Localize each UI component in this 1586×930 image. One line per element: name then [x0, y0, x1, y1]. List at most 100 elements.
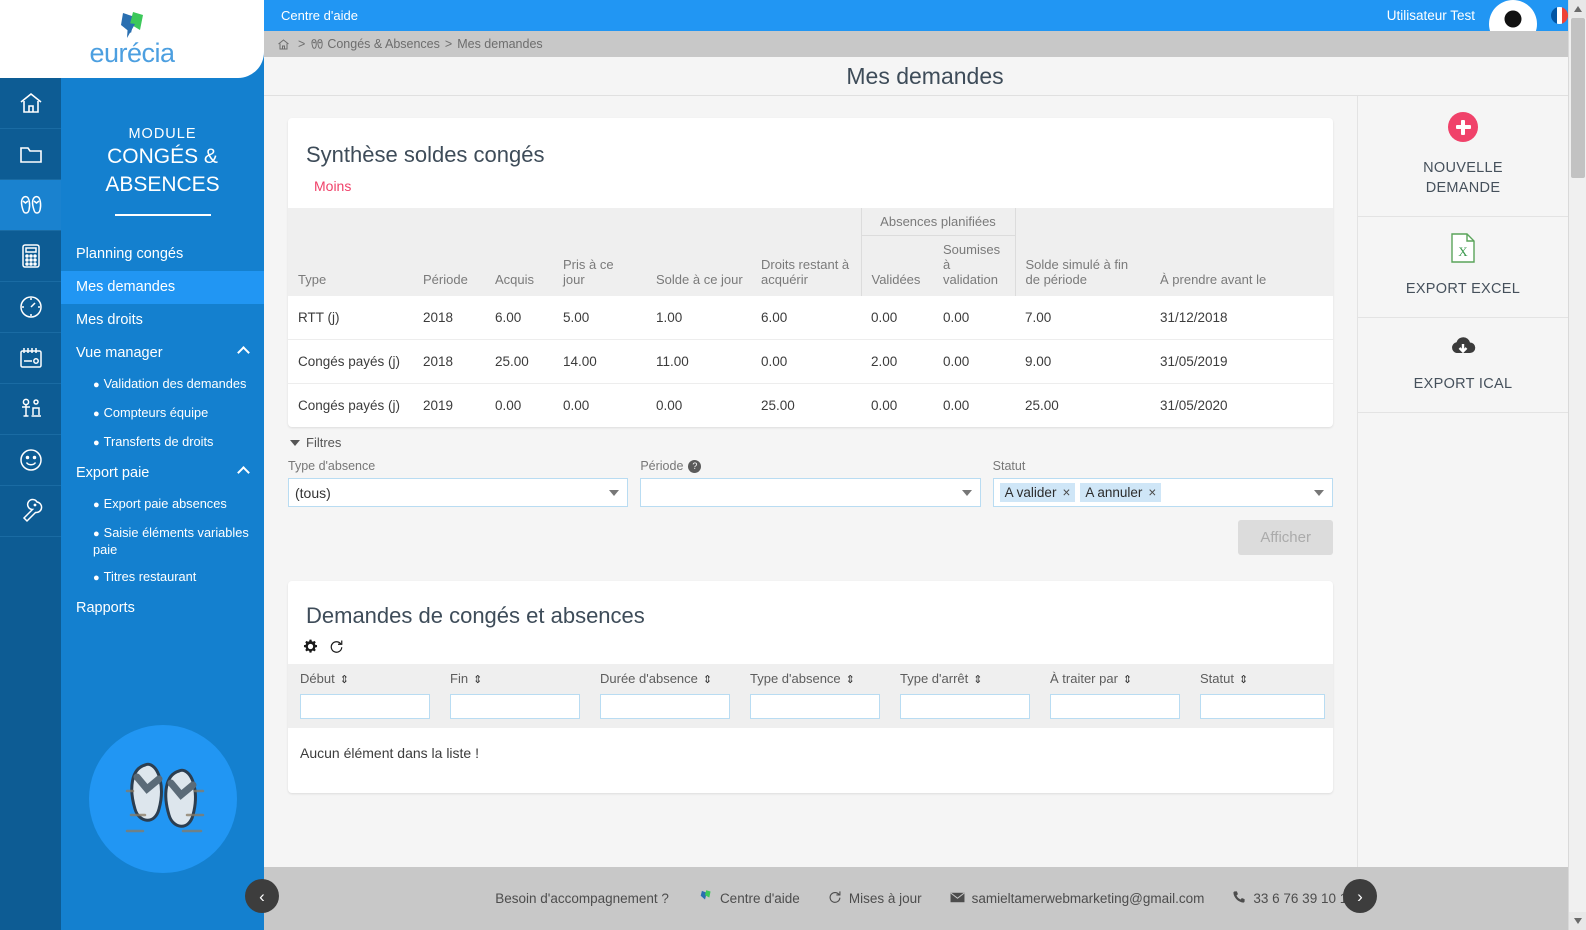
status-tag-a-annuler[interactable]: A annuler ×	[1080, 483, 1162, 502]
export-excel-button[interactable]: X EXPORT EXCEL	[1358, 217, 1568, 318]
brand-logo[interactable]: eurécia	[0, 0, 264, 78]
rail-calendar-icon[interactable]	[0, 333, 61, 384]
remove-tag-icon[interactable]: ×	[1062, 485, 1070, 500]
filter-input-type-absence[interactable]	[750, 694, 880, 719]
col-header-type-absence[interactable]: Type d'absence ⇕	[738, 664, 888, 691]
sidebar-item-rapports[interactable]: Rapports	[61, 592, 264, 625]
breadcrumb-page: Mes demandes	[457, 37, 543, 51]
footer-updates-link[interactable]: Mises à jour	[828, 890, 922, 907]
module-title: MODULE CONGÉS & ABSENCES	[61, 78, 264, 216]
sidebar-item-mes-droits[interactable]: Mes droits	[61, 304, 264, 337]
col-filter-cell	[888, 691, 1038, 728]
filter-input-debut[interactable]	[300, 694, 430, 719]
french-flag-icon[interactable]	[1551, 7, 1568, 24]
sidebar-subitem-validation-des-demandes[interactable]: ● Validation des demandes	[61, 370, 264, 399]
cell-validees: 0.00	[871, 398, 898, 413]
bullet-icon: ●	[93, 499, 100, 511]
gear-icon[interactable]	[303, 639, 318, 654]
footer-email-link[interactable]: samieltamerwebmarketing@gmail.com	[950, 891, 1204, 906]
scrollbar-thumb[interactable]	[1571, 18, 1585, 178]
filter-input-fin[interactable]	[450, 694, 580, 719]
home-icon[interactable]	[277, 38, 290, 51]
rail-home-icon[interactable]	[0, 78, 61, 129]
help-center-link[interactable]: Centre d'aide	[281, 8, 358, 23]
sidebar-subitem-label: Validation des demandes	[103, 376, 247, 391]
module-label-line2: ABSENCES	[105, 173, 220, 196]
triangle-down-icon	[1574, 918, 1582, 924]
caret-down-icon	[290, 439, 300, 446]
spacer-cell	[1015, 208, 1150, 236]
rail-wrench-icon[interactable]	[0, 486, 61, 537]
empty-list-message: Aucun élément dans la liste !	[300, 745, 479, 761]
col-header-label: Type d'arrêt	[900, 671, 969, 686]
col-header-duree-absence[interactable]: Durée d'absence ⇕	[588, 664, 738, 691]
filter-input-duree-absence[interactable]	[600, 694, 730, 719]
spacer-cell	[553, 208, 646, 236]
envelope-icon	[950, 891, 965, 906]
refresh-icon	[828, 890, 842, 907]
synthese-group-header-absences-planifiees: Absences planifiées	[860, 208, 1016, 236]
filter-input-statut[interactable]	[1200, 694, 1325, 719]
rail-folder-icon[interactable]	[0, 129, 61, 180]
footer-help-center-label: Centre d'aide	[719, 891, 800, 906]
col-header-debut[interactable]: Début ⇕	[288, 664, 438, 691]
afficher-button[interactable]: Afficher	[1238, 520, 1333, 555]
sidebar-subitem-transferts-de-droits[interactable]: ● Transferts de droits	[61, 428, 264, 457]
sidebar-subitem-saisie-elements-variables-paie[interactable]: ● Saisie éléments variables paie	[61, 519, 264, 563]
col-header-type-arret[interactable]: Type d'arrêt ⇕	[888, 664, 1038, 691]
breadcrumb-separator-1: >	[298, 37, 306, 51]
phone-icon	[1232, 890, 1246, 907]
filter-periode: Période ?	[640, 459, 981, 507]
col-filter-cell	[738, 691, 888, 728]
scroll-down-button[interactable]	[1569, 912, 1586, 930]
question-mark-icon[interactable]: ?	[688, 459, 702, 473]
nouvelle-demande-button[interactable]: NOUVELLE DEMANDE	[1358, 96, 1568, 217]
flipflop-icon[interactable]	[310, 37, 324, 51]
sidebar-collapse-button[interactable]: ‹	[245, 879, 279, 913]
sidebar-subitem-compteurs-equipe[interactable]: ● Compteurs équipe	[61, 399, 264, 428]
page-title: Mes demandes	[846, 62, 1004, 89]
sidebar-item-label: Mes droits	[76, 312, 143, 328]
user-name[interactable]: Utilisateur Test	[1387, 8, 1475, 23]
status-tag-label: A annuler	[1085, 485, 1143, 500]
excel-file-icon: X	[1450, 233, 1476, 267]
export-ical-button[interactable]: EXPORT ICAL	[1358, 318, 1568, 413]
col-header-fin[interactable]: Fin ⇕	[438, 664, 588, 691]
sidebar-item-export-paie[interactable]: Export paie	[61, 457, 264, 490]
footer-phone[interactable]: 33 6 76 39 10 14	[1232, 890, 1355, 907]
periode-select[interactable]	[640, 478, 981, 507]
status-tag-a-valider[interactable]: A valider ×	[999, 483, 1076, 502]
rail-gauge-icon[interactable]	[0, 282, 61, 333]
cell-periode: 2019	[423, 398, 454, 413]
statut-multiselect[interactable]: A valider × A annuler ×	[992, 478, 1333, 507]
table-row: RTT (j) 2018 6.00 5.00 1.00 6.00 0.00 0.…	[288, 296, 1333, 340]
sidebar-subitem-titres-restaurant[interactable]: ● Titres restaurant	[61, 563, 264, 592]
type-absence-select[interactable]: (tous)	[288, 478, 629, 507]
filters-toggle[interactable]: Filtres	[288, 435, 1333, 450]
col-header-label: Statut	[1200, 671, 1234, 686]
action-label-line2: DEMANDE	[1425, 180, 1501, 196]
breadcrumb-module[interactable]: Congés & Absences	[327, 37, 440, 51]
col-header-statut[interactable]: Statut ⇕	[1188, 664, 1333, 691]
sidebar-subitem-export-paie-absences[interactable]: ● Export paie absences	[61, 490, 264, 519]
remove-tag-icon[interactable]: ×	[1148, 485, 1156, 500]
refresh-icon[interactable]	[329, 639, 344, 654]
synthese-toggle-link[interactable]: Moins	[288, 168, 351, 208]
filter-input-type-arret[interactable]	[900, 694, 1030, 719]
sidebar-item-planning-conges[interactable]: Planning congés	[61, 238, 264, 271]
rail-flipflop-icon[interactable]	[0, 180, 61, 231]
filter-input-a-traiter-par[interactable]	[1050, 694, 1180, 719]
rail-smiley-icon[interactable]	[0, 435, 61, 486]
cell-pris: 14.00	[553, 339, 646, 384]
vertical-scrollbar[interactable]	[1568, 0, 1586, 930]
sidebar-item-label: Mes demandes	[76, 279, 176, 295]
rail-people-icon[interactable]	[0, 384, 61, 435]
sidebar-item-mes-demandes[interactable]: Mes demandes	[61, 271, 264, 304]
col-header-a-traiter-par[interactable]: À traiter par ⇕	[1038, 664, 1188, 691]
footer-help-center-link[interactable]: Centre d'aide	[697, 889, 800, 908]
scroll-up-button[interactable]	[1569, 0, 1586, 18]
chevron-up-icon	[237, 346, 250, 359]
rail-calculator-icon[interactable]	[0, 231, 61, 282]
panel-expand-button[interactable]: ›	[1343, 879, 1377, 913]
sidebar-item-vue-manager[interactable]: Vue manager	[61, 337, 264, 370]
